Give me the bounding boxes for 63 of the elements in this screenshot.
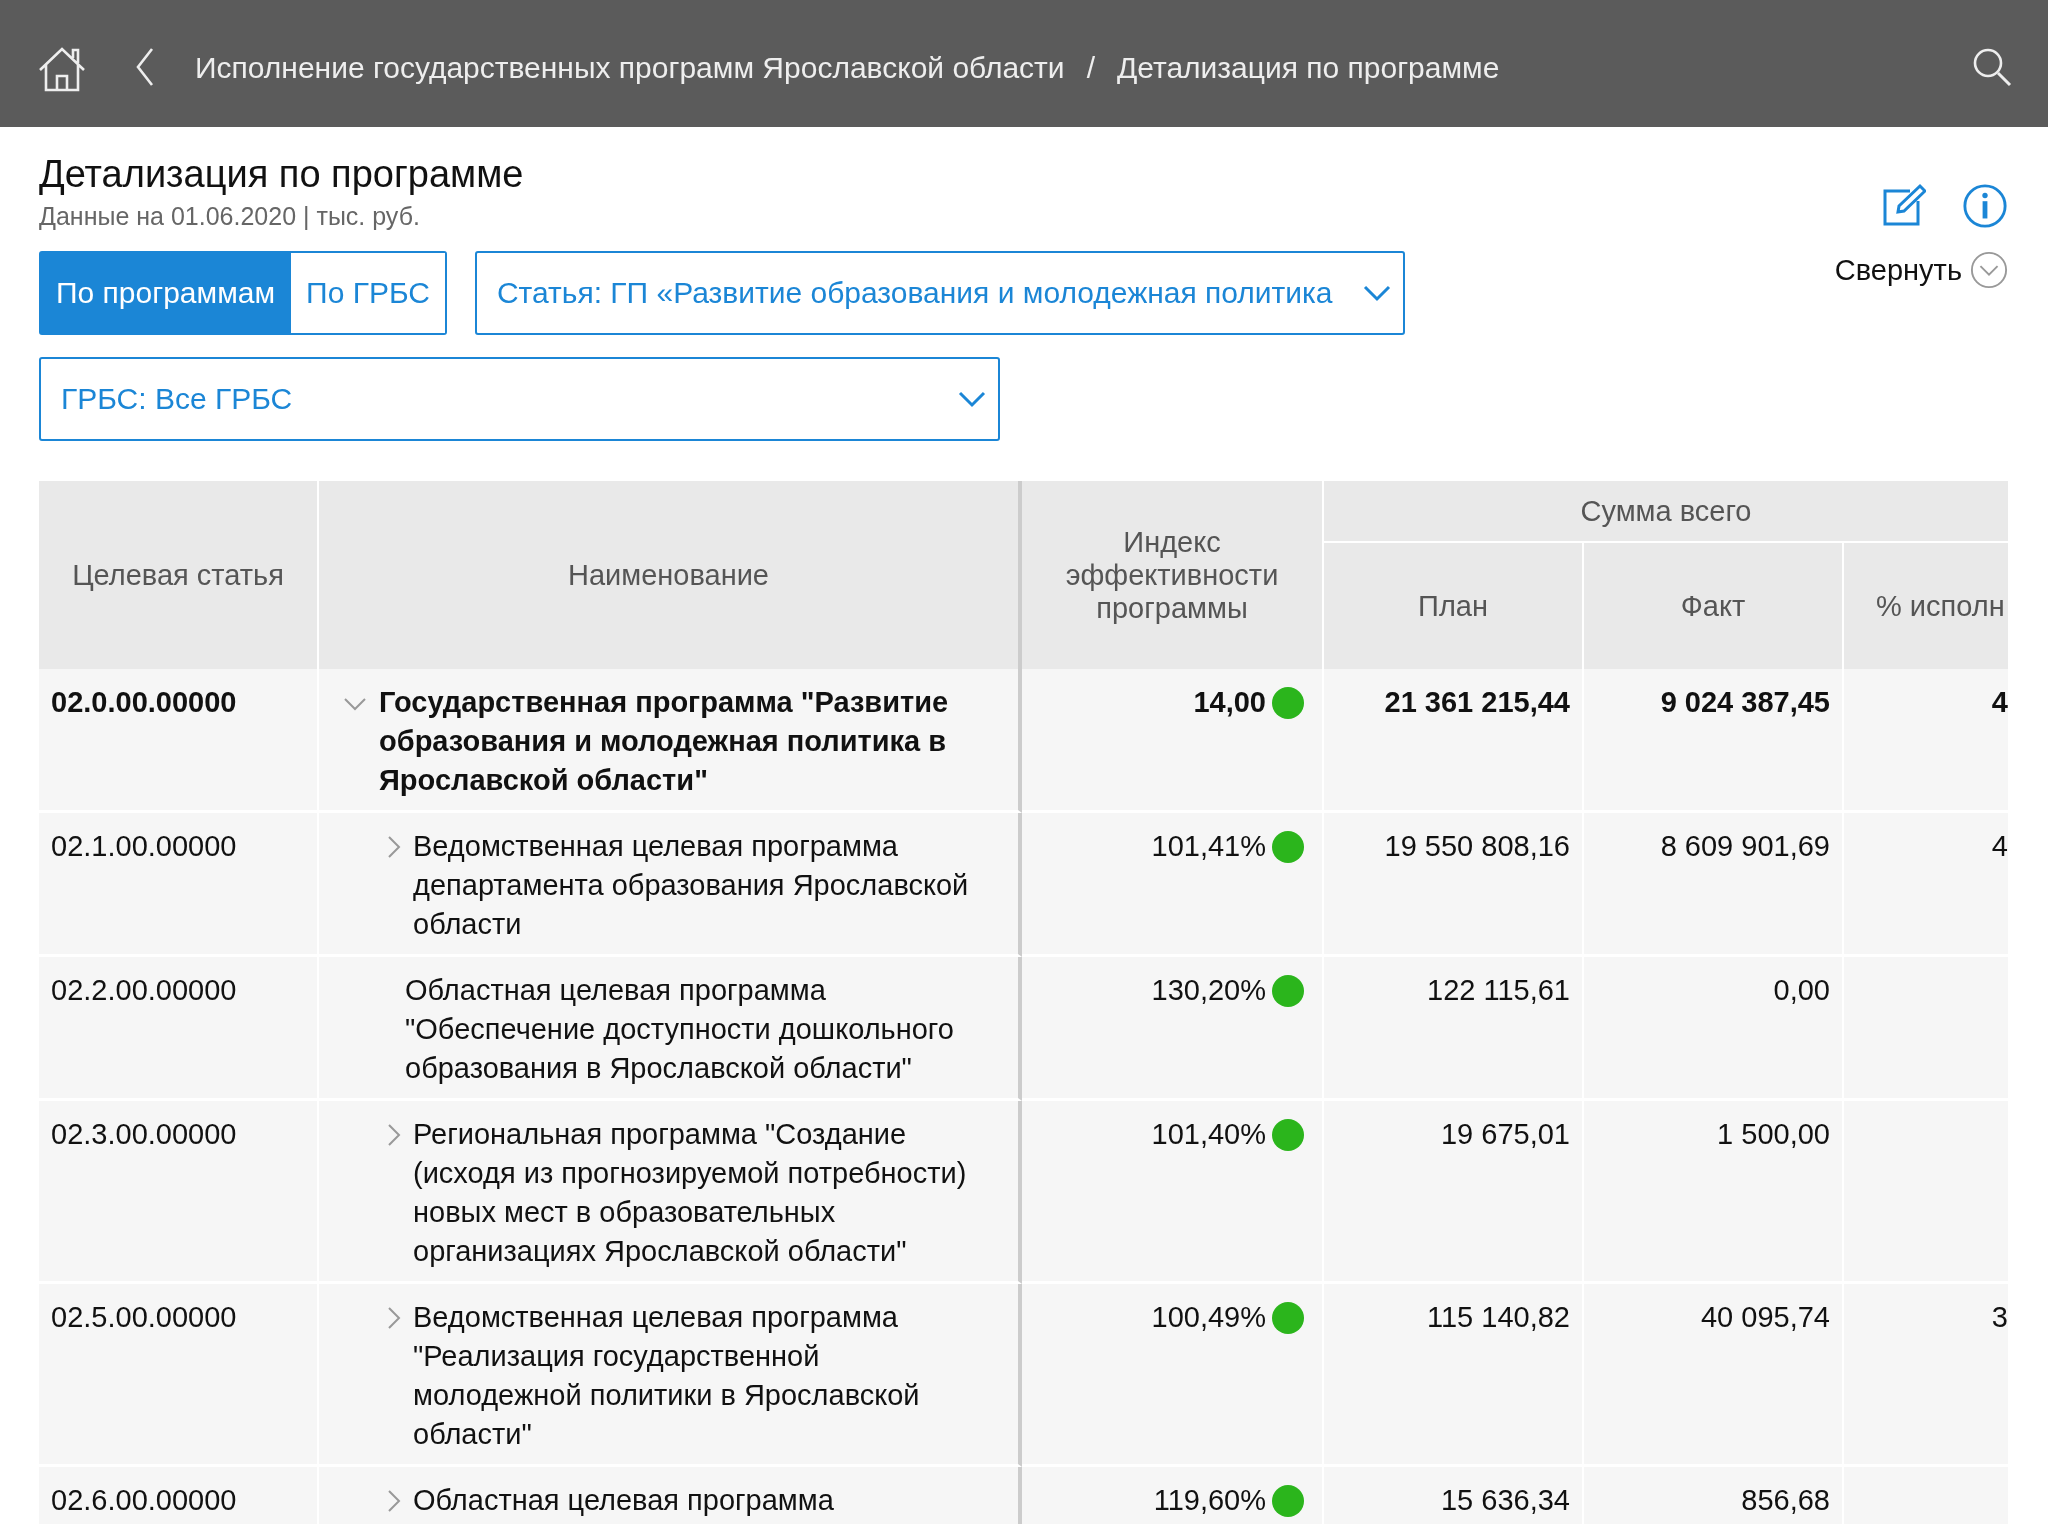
chevron-right-icon[interactable]: [387, 1306, 401, 1330]
table-cell-text: Областная целевая программа: [413, 1483, 834, 1518]
search-icon[interactable]: [1972, 46, 2012, 87]
table-cell: 19 550 808,16: [1384, 830, 1570, 862]
home-icon[interactable]: [37, 45, 87, 92]
back-icon[interactable]: [135, 46, 155, 87]
filter-dropdown[interactable]: ГРБС: Все ГРБС: [39, 357, 1000, 441]
table-cell-text: Ведомственная целевая программа "Реализация государственной молодежной политики в Ярославской области": [413, 1300, 921, 1452]
info-icon[interactable]: [1962, 183, 2008, 229]
table-cell: 1 500,00: [1717, 1118, 1830, 1150]
view-tab[interactable]: По программам: [41, 253, 291, 333]
table-cell: 19 675,01: [1441, 1118, 1570, 1150]
column-header[interactable]: Целевая статья: [39, 481, 319, 669]
table-cell: 40 095,74: [1701, 1301, 1830, 1333]
chevron-down-icon: [958, 390, 986, 408]
column-header[interactable]: Наименование: [319, 481, 1022, 669]
table-cell: 02.6.00.00000: [39, 1467, 319, 1524]
table-cell-text: 101,40%: [1151, 1117, 1266, 1152]
table-cell: 0,00: [1773, 974, 1830, 1006]
table-cell: 9 024 387,45: [1660, 686, 1830, 718]
table-cell: 856,68: [1741, 1484, 1830, 1516]
filter-dropdown[interactable]: Статья: ГП «Развитие образования и молодежная политика: [474, 251, 1405, 335]
table-cell: 3: [1991, 1301, 2008, 1333]
view-tab[interactable]: По ГРБС: [290, 253, 445, 333]
table-cell: 02.5.00.00000: [39, 1284, 319, 1467]
data-date: Данные на 01.06.2020 | тыс. руб.: [39, 201, 421, 232]
breadcrumb-separator: /: [1086, 50, 1095, 85]
table-cell-text: Государственная программа "Развитие образования и молодежная политика в Ярославской области": [379, 685, 950, 798]
table-cell: 02.1.00.00000: [39, 813, 319, 957]
breadcrumb[interactable]: Исполнение государственных программ Ярославской области: [195, 50, 1065, 85]
table-cell-text: Областная целевая программа "Обеспечение доступности дошкольного образования в Ярославской области": [405, 973, 955, 1086]
table-cell: 8 609 901,69: [1660, 830, 1830, 862]
column-header[interactable]: Факт: [1584, 543, 1844, 669]
table-cell: 15 636,34: [1441, 1484, 1570, 1516]
table-cell-text: 100,49%: [1151, 1300, 1266, 1335]
table-cell-text: 119,60%: [1153, 1483, 1266, 1518]
table-cell-text: Ведомственная целевая программа департамента образования Ярославской области: [413, 829, 970, 942]
table-cell: 02.2.00.00000: [39, 957, 319, 1101]
table-cell: 02.3.00.00000: [39, 1101, 319, 1284]
chevron-down-icon: [1362, 284, 1391, 302]
edit-icon[interactable]: [1882, 183, 1926, 227]
table-cell-text: 101,41%: [1151, 829, 1266, 864]
table-cell-text: Региональная программа "Создание (исходя из прогнозируемой потребности) новых мест в образовательных организациях Ярославской области": [413, 1117, 968, 1269]
column-header[interactable]: Сумма всего: [1324, 481, 2008, 543]
chevron-right-icon[interactable]: [387, 1489, 401, 1513]
table-cell-text: 130,20%: [1151, 973, 1266, 1008]
breadcrumb: Детализация по программе: [1116, 50, 1500, 85]
chevron-circle-icon: [1970, 251, 2008, 289]
column-header[interactable]: % исполн: [1844, 543, 2008, 669]
column-header[interactable]: План: [1324, 543, 1584, 669]
collapse-button[interactable]: Свернуть: [1834, 251, 2008, 289]
table-cell: 4: [1991, 686, 2008, 718]
page-title: Детализация по программе: [39, 152, 525, 197]
chevron-down-icon[interactable]: [343, 697, 367, 711]
table-cell: 02.0.00.00000: [39, 669, 319, 813]
table-cell: 115 140,82: [1427, 1301, 1570, 1333]
chevron-right-icon[interactable]: [387, 1123, 401, 1147]
table-cell: 4: [1991, 830, 2008, 862]
table-cell: 122 115,61: [1427, 974, 1570, 1006]
table-cell-text: 14,00: [1193, 685, 1266, 720]
chevron-right-icon[interactable]: [387, 835, 401, 859]
column-header[interactable]: Индекс эффективности программы: [1022, 481, 1324, 669]
table-cell: 21 361 215,44: [1384, 686, 1570, 718]
